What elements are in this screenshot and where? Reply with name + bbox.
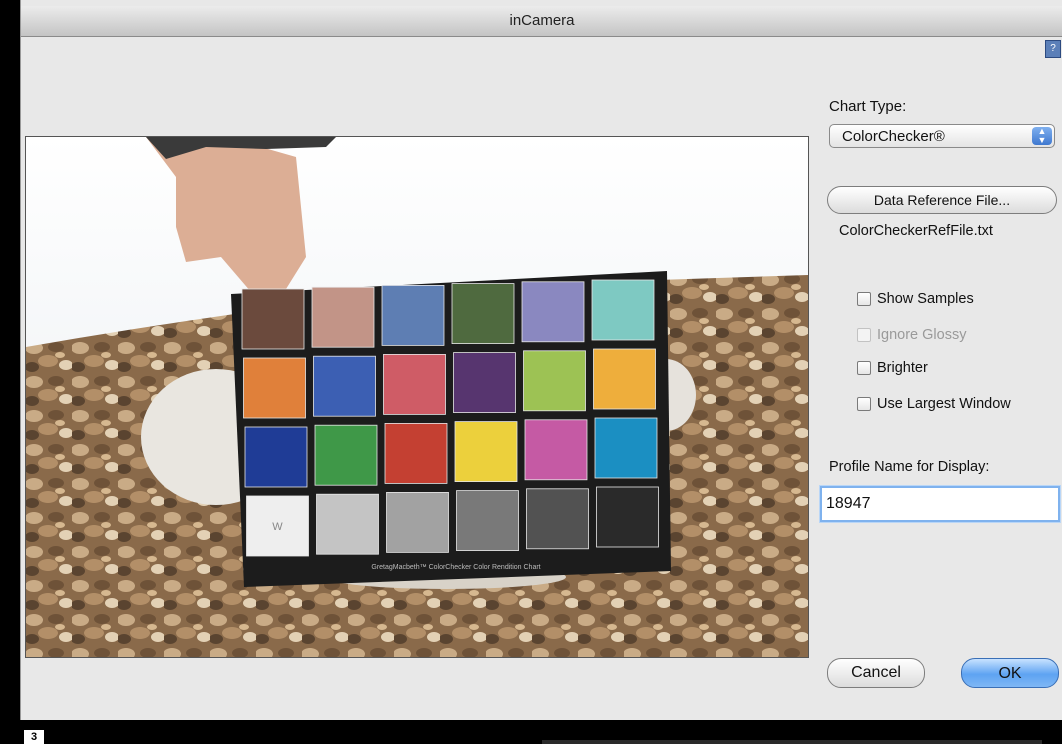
color-patch [593, 348, 656, 410]
color-patch [384, 422, 448, 484]
color-patch [383, 353, 446, 415]
color-patch [454, 421, 518, 483]
show-samples-label: Show Samples [877, 291, 974, 307]
color-patch [594, 417, 658, 479]
chart-type-label: Chart Type: [829, 98, 907, 115]
color-patch [526, 488, 589, 550]
reference-file-name: ColorCheckerRefFile.txt [839, 223, 993, 239]
ignore-glossy-checkbox[interactable]: Ignore Glossy [857, 327, 966, 343]
bottom-strip [542, 740, 1042, 744]
color-patch [521, 281, 585, 343]
checkbox-box[interactable] [857, 361, 871, 375]
color-patch [596, 486, 659, 548]
color-patch [311, 286, 375, 348]
checkbox-box[interactable] [857, 292, 871, 306]
color-patch [314, 424, 378, 486]
use-largest-window-label: Use Largest Window [877, 396, 1011, 412]
chart-preview-svg: W GretagMacbeth™ ColorChecker Color Rend… [26, 137, 808, 657]
checkbox-box[interactable] [857, 397, 871, 411]
color-patch [523, 350, 586, 412]
data-reference-file-button[interactable]: Data Reference File... [827, 186, 1057, 214]
use-largest-window-checkbox[interactable]: Use Largest Window [857, 396, 1011, 412]
window-title: inCamera [21, 6, 1062, 37]
patch-w-label: W [272, 521, 283, 533]
color-patch [243, 357, 306, 419]
color-patch [453, 352, 516, 414]
color-patch [524, 419, 588, 481]
brighter-label: Brighter [877, 360, 928, 376]
color-patch [316, 493, 379, 555]
color-patch [591, 279, 655, 341]
color-patch [451, 283, 515, 345]
color-patch [244, 426, 308, 488]
updown-arrows-icon: ▲ ▼ [1032, 127, 1052, 145]
color-patch [381, 284, 445, 346]
chart-caption: GretagMacbeth™ ColorChecker Color Rendit… [371, 564, 540, 571]
cancel-button[interactable]: Cancel [827, 658, 925, 688]
incamera-dialog: inCamera ? W GretagMacbeth™ ColorChecker… [20, 0, 1062, 720]
chart-type-popup[interactable]: ColorChecker® ▲ ▼ [829, 124, 1055, 148]
ok-button[interactable]: OK [961, 658, 1059, 688]
help-icon[interactable]: ? [1045, 40, 1061, 58]
color-patch [241, 288, 305, 350]
color-patch [386, 491, 449, 553]
color-patch [313, 355, 376, 417]
ignore-glossy-label: Ignore Glossy [877, 327, 967, 343]
chart-type-value: ColorChecker® [842, 128, 945, 145]
checkbox-box[interactable] [857, 328, 871, 342]
page-badge: 3 [24, 730, 44, 744]
chart-preview-image: W GretagMacbeth™ ColorChecker Color Rend… [25, 136, 809, 658]
profile-name-label: Profile Name for Display: [829, 459, 990, 475]
color-patch [456, 490, 519, 552]
show-samples-checkbox[interactable]: Show Samples [857, 291, 974, 307]
profile-name-field[interactable]: 18947 [820, 486, 1060, 522]
brighter-checkbox[interactable]: Brighter [857, 360, 928, 376]
